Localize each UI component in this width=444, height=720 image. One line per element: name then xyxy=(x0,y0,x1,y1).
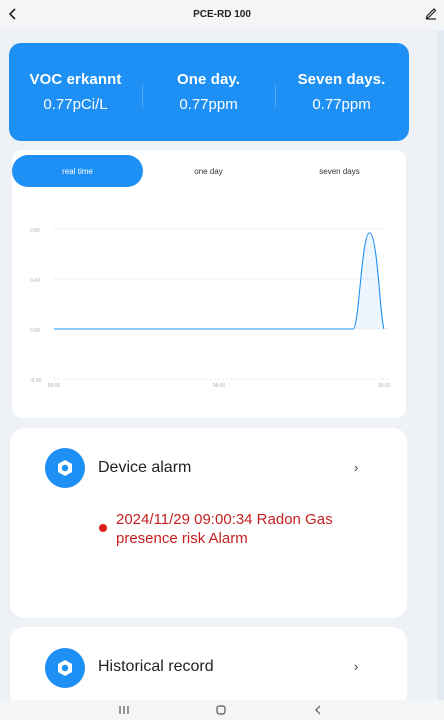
nav-back-button[interactable] xyxy=(306,702,330,718)
stat-current-value: 0.77pCi/L xyxy=(43,96,108,113)
stat-current-label: VOC erkannt xyxy=(29,71,122,88)
x-tick-label: 08:00 xyxy=(213,383,226,389)
hexagon-icon xyxy=(58,460,72,476)
stat-one-day-label: One day. xyxy=(176,71,241,88)
system-nav-bar xyxy=(0,700,444,720)
x-tick-label: 16:00 xyxy=(378,383,391,389)
history-icon-badge xyxy=(45,648,85,688)
edit-button[interactable] xyxy=(422,4,440,22)
stat-seven-days-label: Seven days. xyxy=(297,71,386,88)
chevron-right-icon: › xyxy=(354,460,359,475)
stat-one-day: One day. 0.77ppm xyxy=(142,71,275,113)
y-tick-label: -0.40 xyxy=(30,378,42,384)
page-title: PCE-RD 100 xyxy=(193,9,251,20)
recent-apps-button[interactable] xyxy=(112,702,136,718)
series-area xyxy=(54,232,384,329)
line-chart: 0.80 0.40 0.00 -0.40 00:00 08:00 16:00 xyxy=(30,228,391,389)
alarm-icon-badge xyxy=(45,448,85,488)
device-alarm-card[interactable]: Device alarm › 2024/11/29 09:00:34 Radon… xyxy=(10,428,407,618)
chevron-right-icon: › xyxy=(354,659,359,674)
alarm-message: 2024/11/29 09:00:34 Radon Gas presence r… xyxy=(116,511,333,547)
device-alarm-label: Device alarm xyxy=(98,459,192,476)
historical-record-label: Historical record xyxy=(98,658,214,675)
y-tick-label: 0.80 xyxy=(30,228,40,234)
y-tick-label: 0.40 xyxy=(30,278,40,284)
stat-one-day-value: 0.77ppm xyxy=(179,96,238,113)
stat-seven-days-value: 0.77ppm xyxy=(312,96,371,113)
pencil-icon xyxy=(425,8,437,20)
x-tick-label: 00:00 xyxy=(48,383,61,389)
historical-record-card[interactable]: Historical record › xyxy=(10,627,407,707)
scroll-edge xyxy=(438,30,444,700)
recent-apps-icon xyxy=(119,706,129,714)
home-button[interactable] xyxy=(209,702,233,718)
home-icon xyxy=(216,705,226,715)
back-icon xyxy=(315,705,321,715)
stats-card: VOC erkannt 0.77pCi/L One day. 0.77ppm S… xyxy=(9,43,409,141)
series-line xyxy=(54,232,385,330)
chart-card: real time one day seven days 0.80 0.40 0.0… xyxy=(12,150,406,418)
alarm-status-dot xyxy=(99,524,107,532)
stat-current: VOC erkannt 0.77pCi/L xyxy=(9,71,142,113)
hexagon-icon xyxy=(58,660,72,676)
y-tick-label: 0.00 xyxy=(30,328,40,334)
stat-seven-days: Seven days. 0.77ppm xyxy=(275,71,408,113)
top-bar: PCE-RD 100 xyxy=(0,0,444,30)
